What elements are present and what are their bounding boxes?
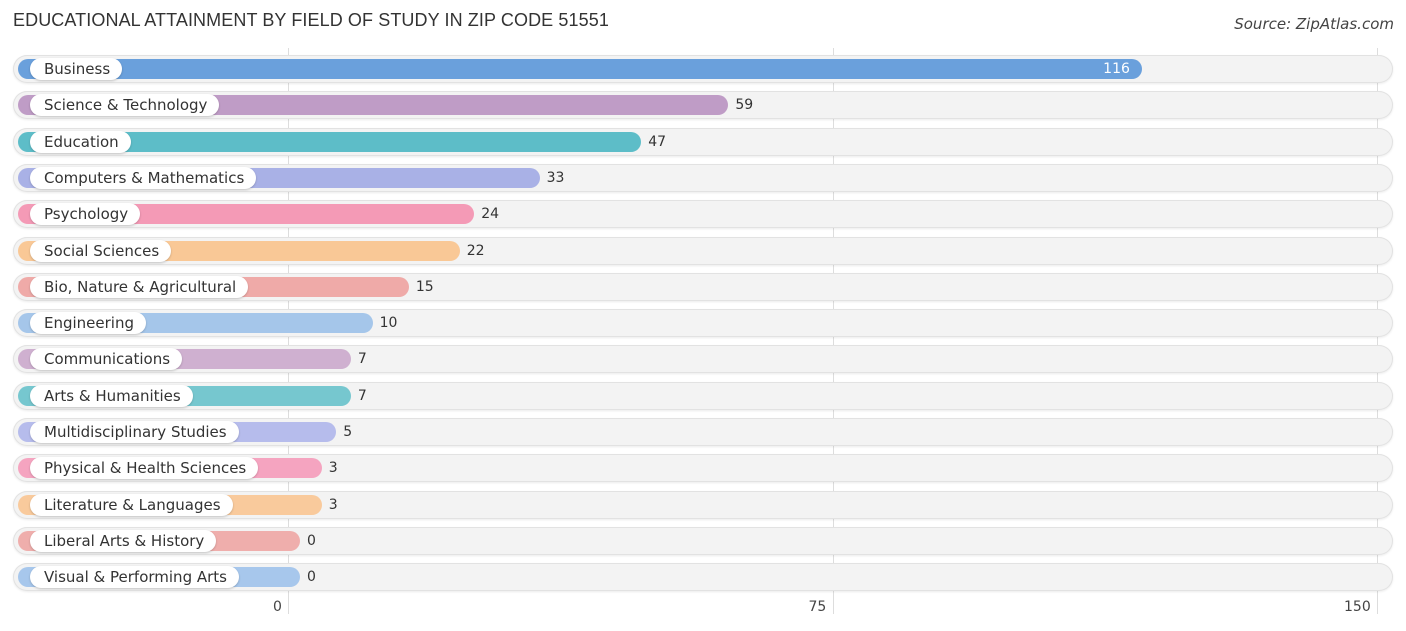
value-label: 33	[546, 169, 565, 186]
category-label: Education	[30, 130, 131, 153]
value-label: 5	[343, 424, 353, 440]
category-label: Science & Technology	[30, 94, 220, 117]
category-label: Visual & Performing Arts	[30, 566, 239, 589]
value-label: 3	[328, 496, 338, 513]
value-label: 15	[415, 278, 434, 295]
x-tick-label: 0	[273, 599, 282, 615]
bar-chart: 0 75 150 Business 116 Science & Technology 59 E…	[0, 0, 1406, 631]
category-label: Psychology	[30, 203, 141, 226]
category-label: Literature & Languages	[30, 493, 233, 516]
category-label: Business	[30, 58, 123, 80]
value-label: 3	[328, 460, 338, 477]
category-label: Communications	[30, 348, 183, 371]
value-label: 116	[1103, 61, 1130, 77]
category-label: Multidisciplinary Studies	[30, 421, 239, 443]
category-label: Social Sciences	[30, 239, 172, 262]
value-label: 0	[307, 569, 316, 586]
value-label: 24	[481, 206, 500, 223]
category-label: Liberal Arts & History	[30, 529, 217, 552]
value-label: 22	[466, 242, 485, 259]
value-label: 0	[307, 532, 316, 549]
value-label: 7	[357, 351, 367, 368]
category-label: Bio, Nature & Agricultural	[30, 275, 249, 298]
category-label: Arts & Humanities	[30, 384, 193, 407]
category-label: Computers & Mathematics	[30, 166, 257, 189]
x-tick-label: 75	[808, 599, 827, 615]
x-tick-label: 150	[1344, 599, 1371, 615]
value-label: 7	[357, 387, 367, 404]
value-label: 59	[735, 97, 754, 114]
value-label: 10	[379, 315, 398, 332]
bar[interactable]	[18, 59, 1143, 79]
category-label: Physical & Health Sciences	[30, 457, 259, 480]
value-label: 47	[648, 133, 667, 150]
category-label: Engineering	[30, 312, 146, 335]
